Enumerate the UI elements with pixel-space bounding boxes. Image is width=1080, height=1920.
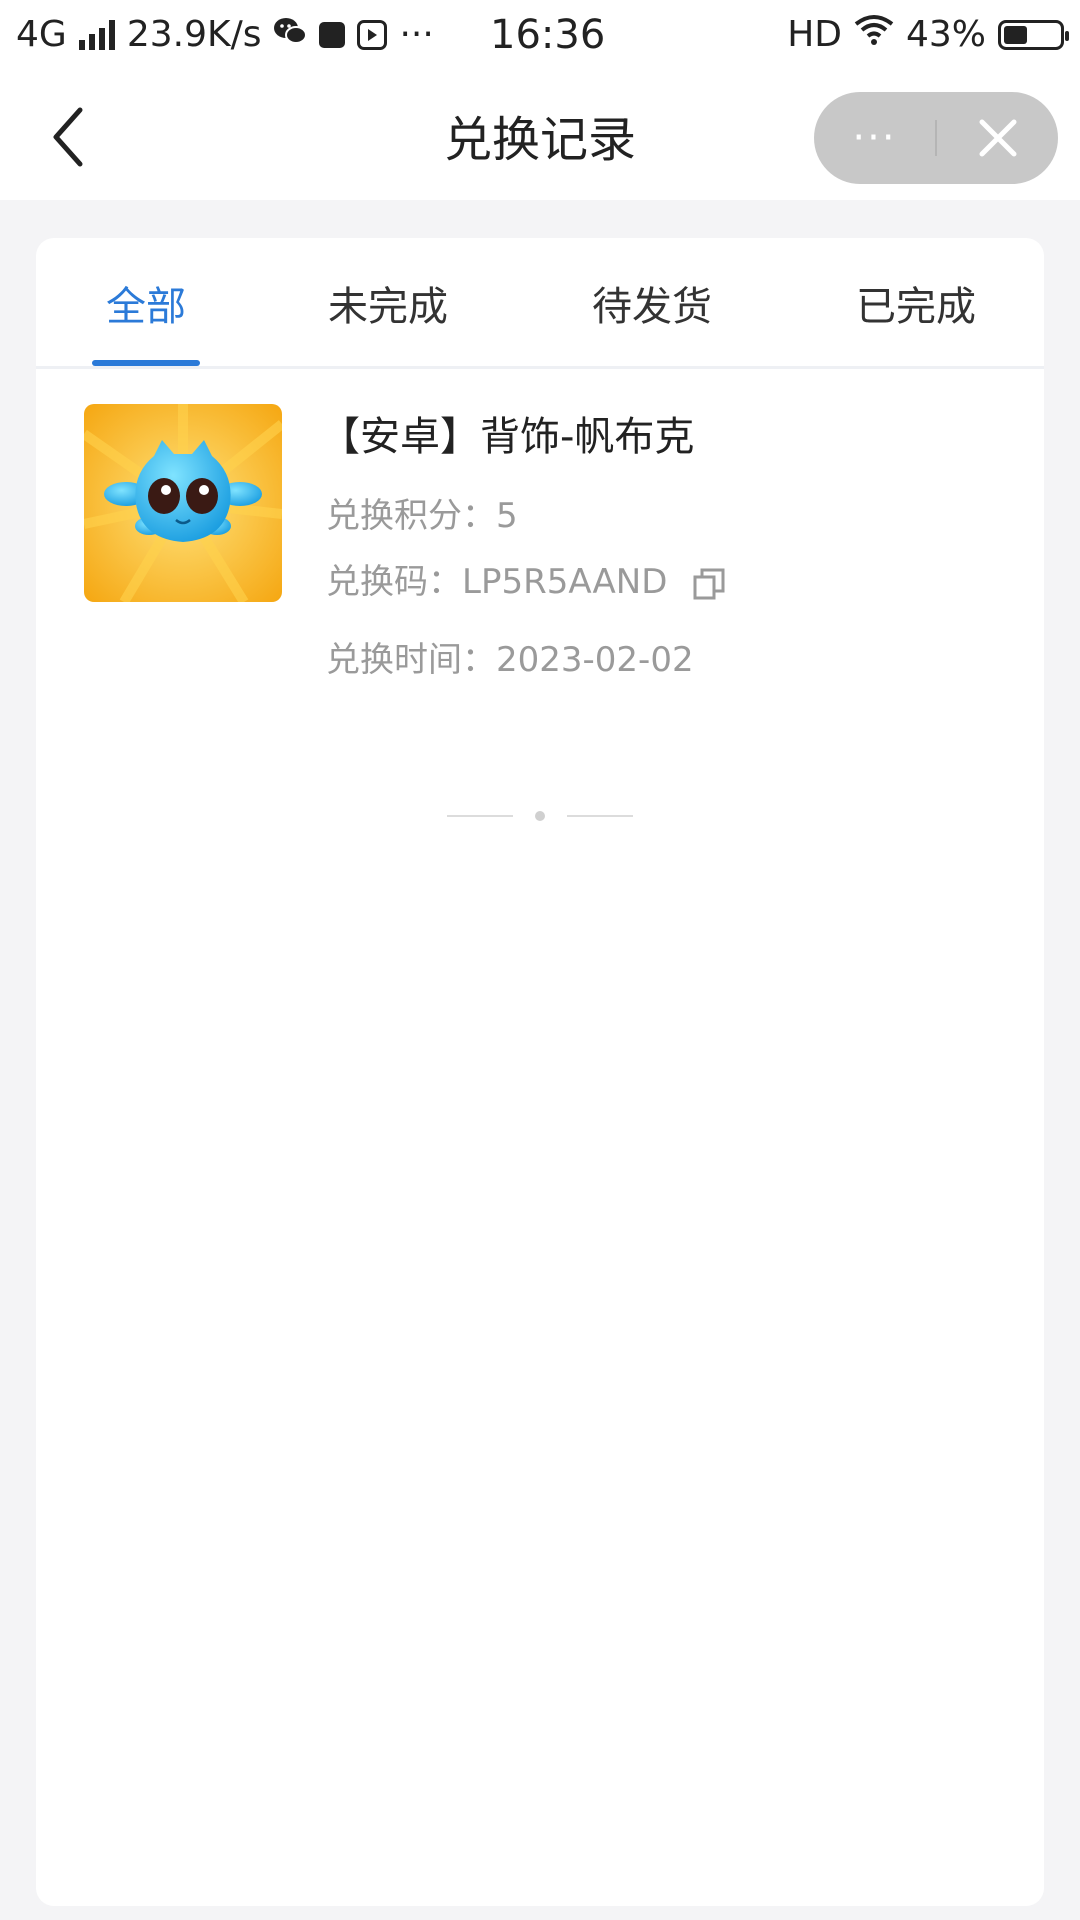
nav-bar: 兑换记录 ··· [0,76,1080,200]
network-type: 4G [16,14,67,55]
code-label: 兑换码： [326,562,462,602]
records-card: 全部 未完成 待发货 已完成 【安卓】背饰-帆布克 兑换积分：5 兑换码：LP5… [36,238,1044,1906]
divider-line-right [567,815,633,817]
app-square-icon [319,21,346,48]
code-row: 兑换码：LP5R5AAND [326,554,726,603]
divider-dot [535,811,545,821]
tab-incomplete[interactable]: 未完成 [328,274,448,332]
tab-all[interactable]: 全部 [106,274,186,332]
status-left: 4G 23.9K/s ··· [16,14,434,55]
time-label: 兑换时间： [326,640,496,680]
close-icon [979,119,1016,157]
close-button[interactable] [937,116,1058,160]
time-row: 兑换时间：2023-02-02 [326,632,694,681]
blue-monster-icon [84,404,282,602]
signal-icon [78,19,115,50]
battery-icon [998,19,1069,50]
more-button[interactable]: ··· [814,92,935,184]
network-speed: 23.9K/s [126,14,262,55]
record-item[interactable]: 【安卓】背饰-帆布克 兑换积分：5 兑换码：LP5R5AAND 兑换时间：202… [84,404,996,704]
more-notifications: ··· [399,14,434,55]
points-label: 兑换积分： [326,496,496,536]
hd-label: HD [787,14,842,55]
end-of-list-divider [447,810,633,822]
points-value: 5 [496,496,518,536]
clock: 16:36 [490,12,606,58]
time-value: 2023-02-02 [496,640,694,680]
tab-pending-shipment[interactable]: 待发货 [592,274,712,332]
battery-percent: 43% [905,14,986,55]
copy-icon[interactable] [692,567,726,601]
points-row: 兑换积分：5 [326,488,518,537]
wifi-icon [854,14,894,55]
divider-line-left [447,815,513,817]
status-right: HD 43% [787,14,1069,55]
miniprogram-capsule: ··· [814,92,1058,184]
active-tab-indicator [92,360,200,366]
wechat-icon [273,14,308,55]
tab-bar: 全部 未完成 待发货 已完成 [36,238,1044,369]
record-title: 【安卓】背饰-帆布克 [320,414,695,460]
video-play-icon [357,19,388,50]
code-value: LP5R5AAND [462,562,668,602]
tab-completed[interactable]: 已完成 [856,274,976,332]
status-bar: 4G 23.9K/s ··· 16:36 HD 43% [0,0,1080,76]
